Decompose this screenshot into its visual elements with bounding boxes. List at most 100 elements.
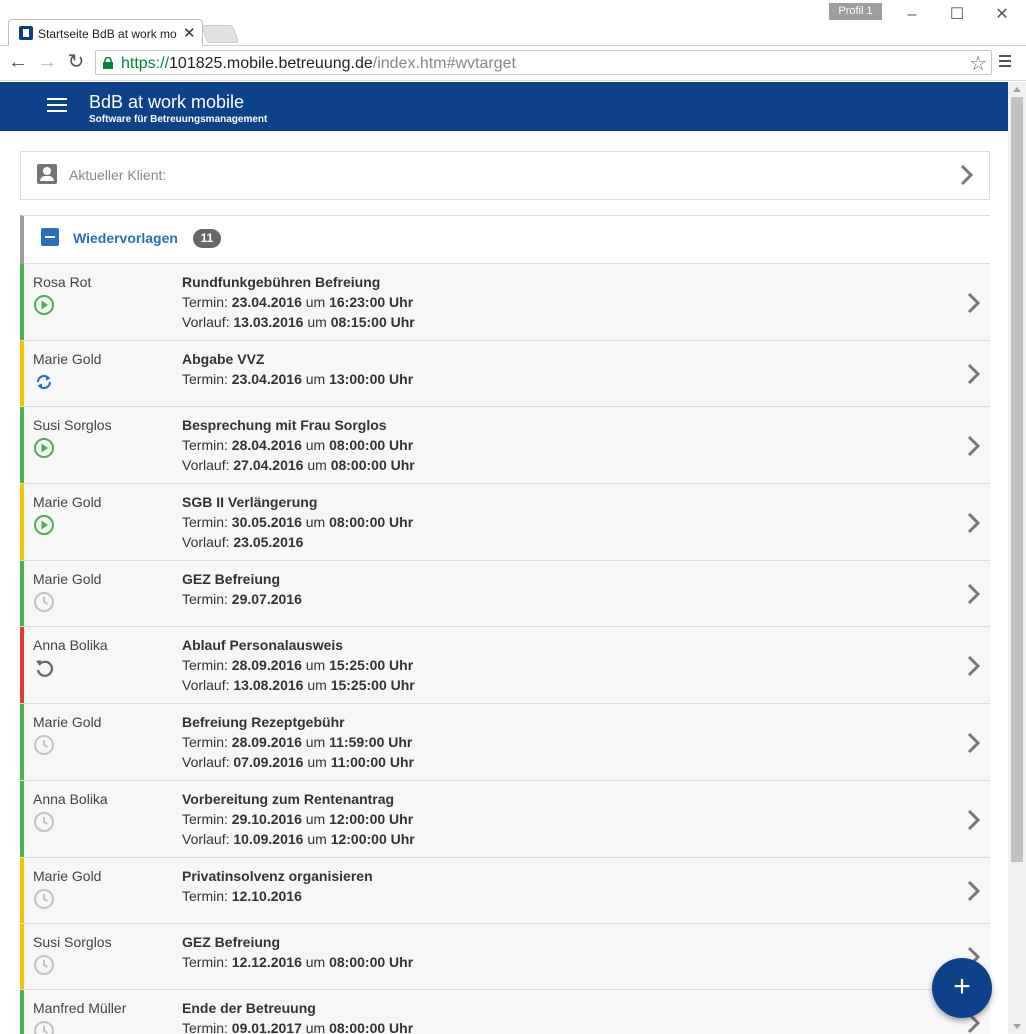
list-item[interactable]: Susi Sorglos GEZ Befreiung Termin: 12.12.2… [20,924,990,990]
termin-line: Termin: 12.10.2016 [182,888,302,904]
task-title: Privatinsolvenz organisieren [182,868,373,884]
scroll-thumb[interactable] [1011,97,1023,862]
clock-icon [33,1020,55,1034]
scroll-down-icon[interactable] [1013,1024,1021,1029]
list-item[interactable]: Marie Gold Privatinsolvenz organisieren Te… [20,858,990,924]
list-item[interactable]: Marie Gold Abgabe VVZ Termin: 23.04.2016 u… [20,341,990,407]
termin-line-um: um [301,811,330,827]
reload-icon[interactable]: ↻ [65,50,87,74]
status-bar [20,858,24,923]
clock-icon [33,888,55,910]
status-bar [20,781,24,857]
vorlauf-line: Vorlauf: 07.09.2016 um 11:00:00 Uhr [182,754,414,770]
termin-line-label: Termin: [182,437,232,453]
profile-badge[interactable]: Profil 1 [829,3,882,20]
bookmark-star-icon[interactable]: ☆ [969,51,987,76]
task-title: Ablauf Personalausweis [182,637,344,653]
forward-arrow-icon[interactable]: → [36,50,58,74]
vorlauf-line: Vorlauf: 13.03.2016 um 08:15:00 Uhr [182,314,415,330]
tab-close-icon[interactable]: ✕ [183,24,196,42]
client-name: Susi Sorglos [33,417,112,433]
browser-menu-icon[interactable] [999,52,1017,74]
current-client-card[interactable]: Aktueller Klient: [20,151,990,200]
browser-titlebar: Startseite BdB at work mo ✕ Profil 1 – ☐… [0,0,1026,47]
list-item[interactable]: Rosa Rot Rundfunkgebühren Befreiung Termin… [20,264,990,341]
chevron-right-icon[interactable] [964,654,984,678]
task-title: SGB II Verlängerung [182,494,318,510]
collapse-icon[interactable] [41,228,59,246]
termin-line-label: Termin: [182,371,232,387]
termin-line: Termin: 23.04.2016 um 16:23:00 Uhr [182,294,413,310]
browser-tab[interactable]: Startseite BdB at work mo ✕ [8,19,203,47]
add-button[interactable]: + [932,958,992,1018]
termin-line-label: Termin: [182,1020,232,1034]
termin-line: Termin: 28.09.2016 um 15:25:00 Uhr [182,657,413,673]
chevron-right-icon[interactable] [964,582,984,606]
play-circle-icon [33,514,55,536]
termin-line-time: 13:00:00 Uhr [329,371,414,387]
chevron-right-icon[interactable] [964,291,984,315]
vorlauf-line-date: 23.05.2016 [233,534,304,550]
task-title: Befreiung Rezeptgebühr [182,714,345,730]
chevron-right-icon[interactable] [957,163,977,187]
chevron-right-icon[interactable] [964,808,984,832]
task-title: Abgabe VVZ [182,351,265,367]
minimize-icon[interactable]: – [900,4,924,26]
termin-line: Termin: 30.05.2016 um 08:00:00 Uhr [182,514,413,530]
task-title: GEZ Befreiung [182,571,281,587]
status-bar [20,561,24,626]
browser-toolbar: ← → ↻ https://101825.mobile.betreuung.de… [0,46,1026,81]
termin-line-um: um [301,514,330,530]
termin-line-date: 30.05.2016 [231,514,302,530]
current-client-label: Aktueller Klient: [69,167,167,183]
termin-line-time: 16:23:00 Uhr [329,294,414,310]
termin-line-time: 12:00:00 Uhr [329,811,414,827]
wiedervorlagen-header[interactable]: Wiedervorlagen 11 [24,216,990,264]
url-path: /index.htm#wvtarget [372,55,516,72]
page-scrollbar[interactable] [1008,82,1026,1034]
termin-line-um: um [301,734,330,750]
list-item[interactable]: Marie Gold GEZ Befreiung Termin: 29.07.201… [20,561,990,627]
chevron-right-icon[interactable] [964,362,984,386]
address-bar[interactable]: https://101825.mobile.betreuung.de/index… [95,50,992,75]
chevron-right-icon[interactable] [964,434,984,458]
list-item[interactable]: Susi Sorglos Besprechung mit Frau Sorglos… [20,407,990,484]
vorlauf-line-time: 08:00:00 Uhr [330,457,415,473]
termin-line-um: um [301,371,330,387]
back-arrow-icon[interactable]: ← [7,50,29,74]
chevron-right-icon[interactable] [964,879,984,903]
vorlauf-line-date: 27.04.2016 [233,457,304,473]
termin-line-um: um [301,294,330,310]
url-scheme: https:// [121,55,170,72]
maximize-icon[interactable]: ☐ [945,4,969,26]
termin-line: Termin: 12.12.2016 um 08:00:00 Uhr [182,954,413,970]
list-item[interactable]: Manfred Müller Ende der Betreuung Termin: … [20,990,990,1034]
chevron-right-icon[interactable] [964,511,984,535]
list-item[interactable]: Anna Bolika Ablauf Personalausweis Termin:… [20,627,990,704]
scroll-up-icon[interactable] [1013,87,1021,92]
clock-icon [33,954,55,976]
status-bar [20,341,24,406]
list-item[interactable]: Anna Bolika Vorbereitung zum Rentenantrag… [20,781,990,858]
list-item[interactable]: Marie Gold Befreiung Rezeptgebühr Termin: … [20,704,990,781]
vorlauf-line-label: Vorlauf: [182,314,234,330]
app-title: BdB at work mobile [89,92,245,112]
clock-icon [33,591,55,613]
vorlauf-line: Vorlauf: 23.05.2016 [182,534,303,550]
termin-line-label: Termin: [182,954,232,970]
task-title: Ende der Betreuung [182,1000,316,1016]
termin-line-time: 08:00:00 Uhr [329,954,414,970]
termin-line-date: 28.09.2016 [231,734,302,750]
status-bar [20,704,24,780]
termin-line-um: um [301,657,330,673]
close-window-icon[interactable]: ✕ [990,4,1014,26]
client-name: Susi Sorglos [33,934,112,950]
chevron-right-icon[interactable] [964,731,984,755]
vorlauf-line-label: Vorlauf: [182,831,234,847]
menu-icon[interactable] [47,98,67,114]
play-circle-icon [33,294,55,316]
new-tab-button[interactable] [200,25,240,43]
list-item[interactable]: Marie Gold SGB II Verlängerung Termin: 30.… [20,484,990,561]
vorlauf-line-date: 13.03.2016 [233,314,304,330]
termin-line-date: 28.09.2016 [231,657,302,673]
